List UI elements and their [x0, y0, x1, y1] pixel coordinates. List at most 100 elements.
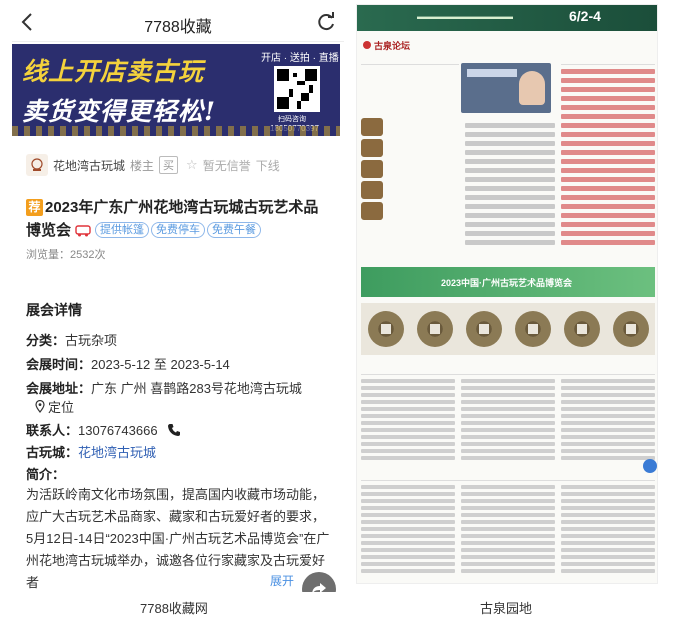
list-item[interactable]: [561, 548, 655, 552]
list-item[interactable]: [361, 548, 455, 552]
refresh-icon[interactable]: [314, 10, 338, 34]
shop-logo-icon[interactable]: [26, 154, 48, 176]
list-item[interactable]: [461, 562, 555, 566]
promo-banner[interactable]: 线上开店卖古玩 卖货变得更轻松! 开店 · 送拍 · 直播 扫码咨询 18050…: [12, 44, 340, 136]
share-button[interactable]: [302, 572, 336, 592]
list-item[interactable]: [461, 548, 555, 552]
phone-icon[interactable]: [167, 423, 181, 437]
list-item[interactable]: [465, 141, 555, 146]
list-item[interactable]: [561, 428, 655, 432]
list-item[interactable]: [561, 421, 655, 425]
list-item[interactable]: [561, 527, 655, 531]
list-item[interactable]: [561, 96, 655, 101]
venue-link[interactable]: 花地湾古玩城: [78, 445, 156, 460]
coin-image[interactable]: [416, 311, 453, 347]
expand-link[interactable]: 展开: [270, 572, 294, 589]
list-item[interactable]: [561, 562, 655, 566]
list-item[interactable]: [461, 386, 555, 390]
list-item[interactable]: [561, 569, 655, 573]
list-item[interactable]: [461, 379, 555, 383]
list-item[interactable]: [461, 414, 555, 418]
list-item[interactable]: [461, 407, 555, 411]
list-item[interactable]: [561, 204, 655, 209]
list-item[interactable]: [465, 177, 555, 182]
list-item[interactable]: [561, 499, 655, 503]
thumbnail[interactable]: [361, 139, 383, 157]
list-item[interactable]: [465, 213, 555, 218]
list-item[interactable]: [561, 177, 655, 182]
coin-image[interactable]: [514, 311, 551, 347]
list-item[interactable]: [361, 506, 455, 510]
float-button[interactable]: [643, 459, 657, 473]
list-item[interactable]: [561, 159, 655, 164]
list-item[interactable]: [465, 222, 555, 227]
list-item[interactable]: [461, 513, 555, 517]
list-item[interactable]: [561, 485, 655, 489]
list-item[interactable]: [361, 499, 455, 503]
thumbnail[interactable]: [361, 181, 383, 199]
list-item[interactable]: [561, 240, 655, 245]
contact-value[interactable]: 13076743666: [78, 423, 158, 438]
site-top-banner[interactable]: ▬▬▬▬▬▬▬▬▬▬▬▬ 6/2-4: [357, 5, 657, 31]
list-item[interactable]: [465, 168, 555, 173]
list-item[interactable]: [561, 168, 655, 173]
list-item[interactable]: [561, 132, 655, 137]
list-item[interactable]: [465, 159, 555, 164]
list-item[interactable]: [561, 449, 655, 453]
list-item[interactable]: [361, 421, 455, 425]
list-item[interactable]: [561, 213, 655, 218]
list-item[interactable]: [561, 186, 655, 191]
list-item[interactable]: [561, 222, 655, 227]
list-item[interactable]: [561, 195, 655, 200]
list-item[interactable]: [465, 123, 555, 128]
list-item[interactable]: [461, 428, 555, 432]
list-item[interactable]: [461, 442, 555, 446]
list-item[interactable]: [561, 541, 655, 545]
list-item[interactable]: [561, 231, 655, 236]
list-item[interactable]: [561, 534, 655, 538]
list-item[interactable]: [561, 114, 655, 119]
list-item[interactable]: [361, 562, 455, 566]
list-item[interactable]: [561, 123, 655, 128]
list-item[interactable]: [561, 393, 655, 397]
list-item[interactable]: [461, 527, 555, 531]
list-item[interactable]: [465, 150, 555, 155]
list-item[interactable]: [361, 527, 455, 531]
list-item[interactable]: [461, 485, 555, 489]
list-item[interactable]: [561, 555, 655, 559]
expo-banner[interactable]: 2023中国·广州古玩艺术品博览会: [361, 267, 655, 297]
list-item[interactable]: [361, 520, 455, 524]
ad-image[interactable]: [461, 63, 551, 113]
list-item[interactable]: [361, 414, 455, 418]
list-item[interactable]: [361, 386, 455, 390]
list-item[interactable]: [461, 492, 555, 496]
list-item[interactable]: [361, 435, 455, 439]
list-item[interactable]: [361, 569, 455, 573]
list-item[interactable]: [465, 240, 555, 245]
list-item[interactable]: [361, 456, 455, 460]
shop-name[interactable]: 花地湾古玩城: [53, 157, 125, 174]
list-item[interactable]: [361, 400, 455, 404]
list-item[interactable]: [361, 485, 455, 489]
list-item[interactable]: [561, 414, 655, 418]
list-item[interactable]: [465, 231, 555, 236]
list-item[interactable]: [461, 555, 555, 559]
list-item[interactable]: [465, 132, 555, 137]
list-item[interactable]: [361, 407, 455, 411]
coin-image[interactable]: [612, 311, 649, 347]
list-item[interactable]: [461, 421, 555, 425]
list-item[interactable]: [361, 449, 455, 453]
list-item[interactable]: [361, 379, 455, 383]
list-item[interactable]: [561, 379, 655, 383]
list-item[interactable]: [561, 407, 655, 411]
list-item[interactable]: [361, 492, 455, 496]
list-item[interactable]: [561, 78, 655, 83]
list-item[interactable]: [561, 386, 655, 390]
list-item[interactable]: [461, 520, 555, 524]
list-item[interactable]: [465, 204, 555, 209]
locate-link[interactable]: 定位: [34, 397, 74, 416]
list-item[interactable]: [561, 105, 655, 110]
list-item[interactable]: [561, 456, 655, 460]
list-item[interactable]: [561, 87, 655, 92]
coin-image[interactable]: [367, 311, 404, 347]
